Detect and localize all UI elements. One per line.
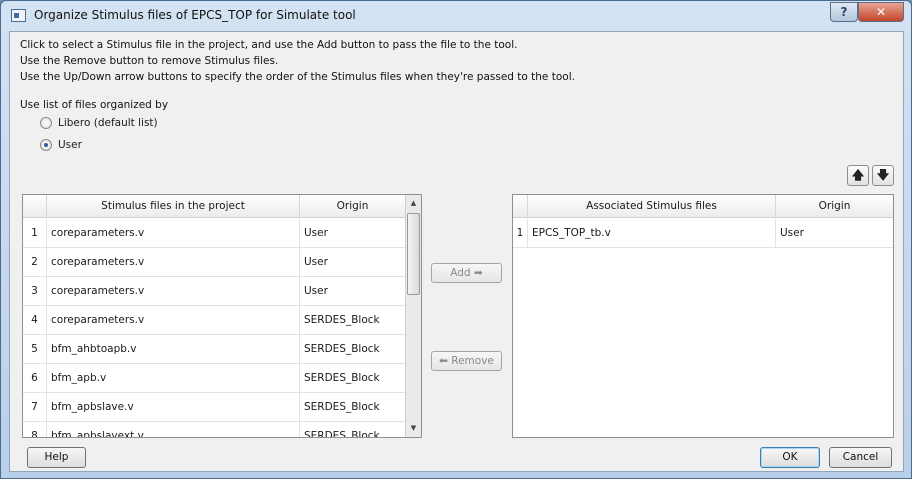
table-row[interactable]: 6 bfm_apb.v SERDES_Block (23, 364, 406, 393)
table-row[interactable]: 5 bfm_ahbtoapb.v SERDES_Block (23, 335, 406, 364)
header-origin[interactable]: Origin (300, 195, 406, 218)
project-table-header: Stimulus files in the project Origin (23, 195, 406, 218)
radio-libero-default[interactable]: Libero (default list) (40, 117, 158, 129)
header-origin[interactable]: Origin (776, 195, 893, 218)
row-number: 8 (23, 422, 47, 437)
file-origin[interactable]: SERDES_Block (300, 422, 406, 437)
header-stimulus-files[interactable]: Stimulus files in the project (47, 195, 300, 218)
header-corner (513, 195, 528, 218)
window-title: Organize Stimulus files of EPCS_TOP for … (34, 8, 356, 22)
remove-button[interactable]: ⬅ Remove (431, 351, 502, 371)
vertical-scrollbar[interactable]: ▲ ▼ (405, 195, 421, 437)
dialog-client: Click to select a Stimulus file in the p… (9, 31, 904, 472)
help-caption-button[interactable]: ? (830, 2, 858, 22)
file-origin[interactable]: User (300, 277, 406, 305)
scroll-up-arrow-icon[interactable]: ▲ (406, 195, 421, 212)
radio-button[interactable] (40, 139, 52, 151)
row-number: 2 (23, 248, 47, 276)
table-row[interactable]: 2 coreparameters.v User (23, 248, 406, 277)
radio-user[interactable]: User (40, 139, 82, 151)
header-associated-files[interactable]: Associated Stimulus files (528, 195, 776, 218)
scroll-down-arrow-icon[interactable]: ▼ (406, 420, 421, 437)
row-number: 3 (23, 277, 47, 305)
file-name[interactable]: bfm_ahbtoapb.v (47, 335, 300, 363)
row-number: 1 (513, 219, 528, 247)
table-row[interactable]: 8 bfm_apbslavext.v SERDES_Block (23, 422, 406, 437)
help-button[interactable]: Help (27, 447, 86, 468)
instruction-line-3: Use the Up/Down arrow buttons to specify… (20, 71, 575, 83)
move-down-button[interactable]: 🡇 (872, 165, 894, 186)
instruction-line-1: Click to select a Stimulus file in the p… (20, 39, 518, 51)
row-number: 7 (23, 393, 47, 421)
cancel-button[interactable]: Cancel (829, 447, 892, 468)
radio-button[interactable] (40, 117, 52, 129)
radio-label: User (58, 139, 82, 151)
table-row[interactable]: 1 coreparameters.v User (23, 219, 406, 248)
instruction-line-2: Use the Remove button to remove Stimulus… (20, 55, 279, 67)
row-number: 5 (23, 335, 47, 363)
associated-table-header: Associated Stimulus files Origin (513, 195, 893, 218)
file-origin[interactable]: SERDES_Block (300, 335, 406, 363)
radio-label: Libero (default list) (58, 117, 158, 129)
file-origin[interactable]: User (300, 248, 406, 276)
file-origin[interactable]: User (300, 219, 406, 247)
table-row[interactable]: 3 coreparameters.v User (23, 277, 406, 306)
file-name[interactable]: coreparameters.v (47, 219, 300, 247)
organize-by-label: Use list of files organized by (20, 99, 169, 111)
project-files-table: Stimulus files in the project Origin 1 c… (22, 194, 422, 438)
add-button[interactable]: Add ➡ (431, 263, 502, 283)
file-name[interactable]: bfm_apbslave.v (47, 393, 300, 421)
file-name[interactable]: EPCS_TOP_tb.v (528, 219, 776, 247)
scroll-thumb[interactable] (407, 213, 420, 295)
row-number: 1 (23, 219, 47, 247)
file-name[interactable]: bfm_apb.v (47, 364, 300, 392)
file-origin[interactable]: User (776, 219, 893, 247)
file-name[interactable]: coreparameters.v (47, 248, 300, 276)
file-origin[interactable]: SERDES_Block (300, 393, 406, 421)
file-name[interactable]: coreparameters.v (47, 277, 300, 305)
file-origin[interactable]: SERDES_Block (300, 306, 406, 334)
move-up-button[interactable]: 🡅 (847, 165, 869, 186)
file-origin[interactable]: SERDES_Block (300, 364, 406, 392)
row-number: 4 (23, 306, 47, 334)
ok-button[interactable]: OK (760, 447, 820, 468)
table-row[interactable]: 7 bfm_apbslave.v SERDES_Block (23, 393, 406, 422)
file-name[interactable]: bfm_apbslavext.v (47, 422, 300, 437)
file-name[interactable]: coreparameters.v (47, 306, 300, 334)
dialog-window: Organize Stimulus files of EPCS_TOP for … (0, 0, 912, 479)
row-number: 6 (23, 364, 47, 392)
title-bar[interactable]: Organize Stimulus files of EPCS_TOP for … (1, 1, 911, 31)
table-row[interactable]: 4 coreparameters.v SERDES_Block (23, 306, 406, 335)
table-row[interactable]: 1 EPCS_TOP_tb.v User (513, 219, 893, 248)
associated-files-table: Associated Stimulus files Origin 1 EPCS_… (512, 194, 894, 438)
header-corner (23, 195, 47, 218)
close-button[interactable]: ✕ (858, 2, 904, 22)
window-icon (11, 9, 26, 22)
